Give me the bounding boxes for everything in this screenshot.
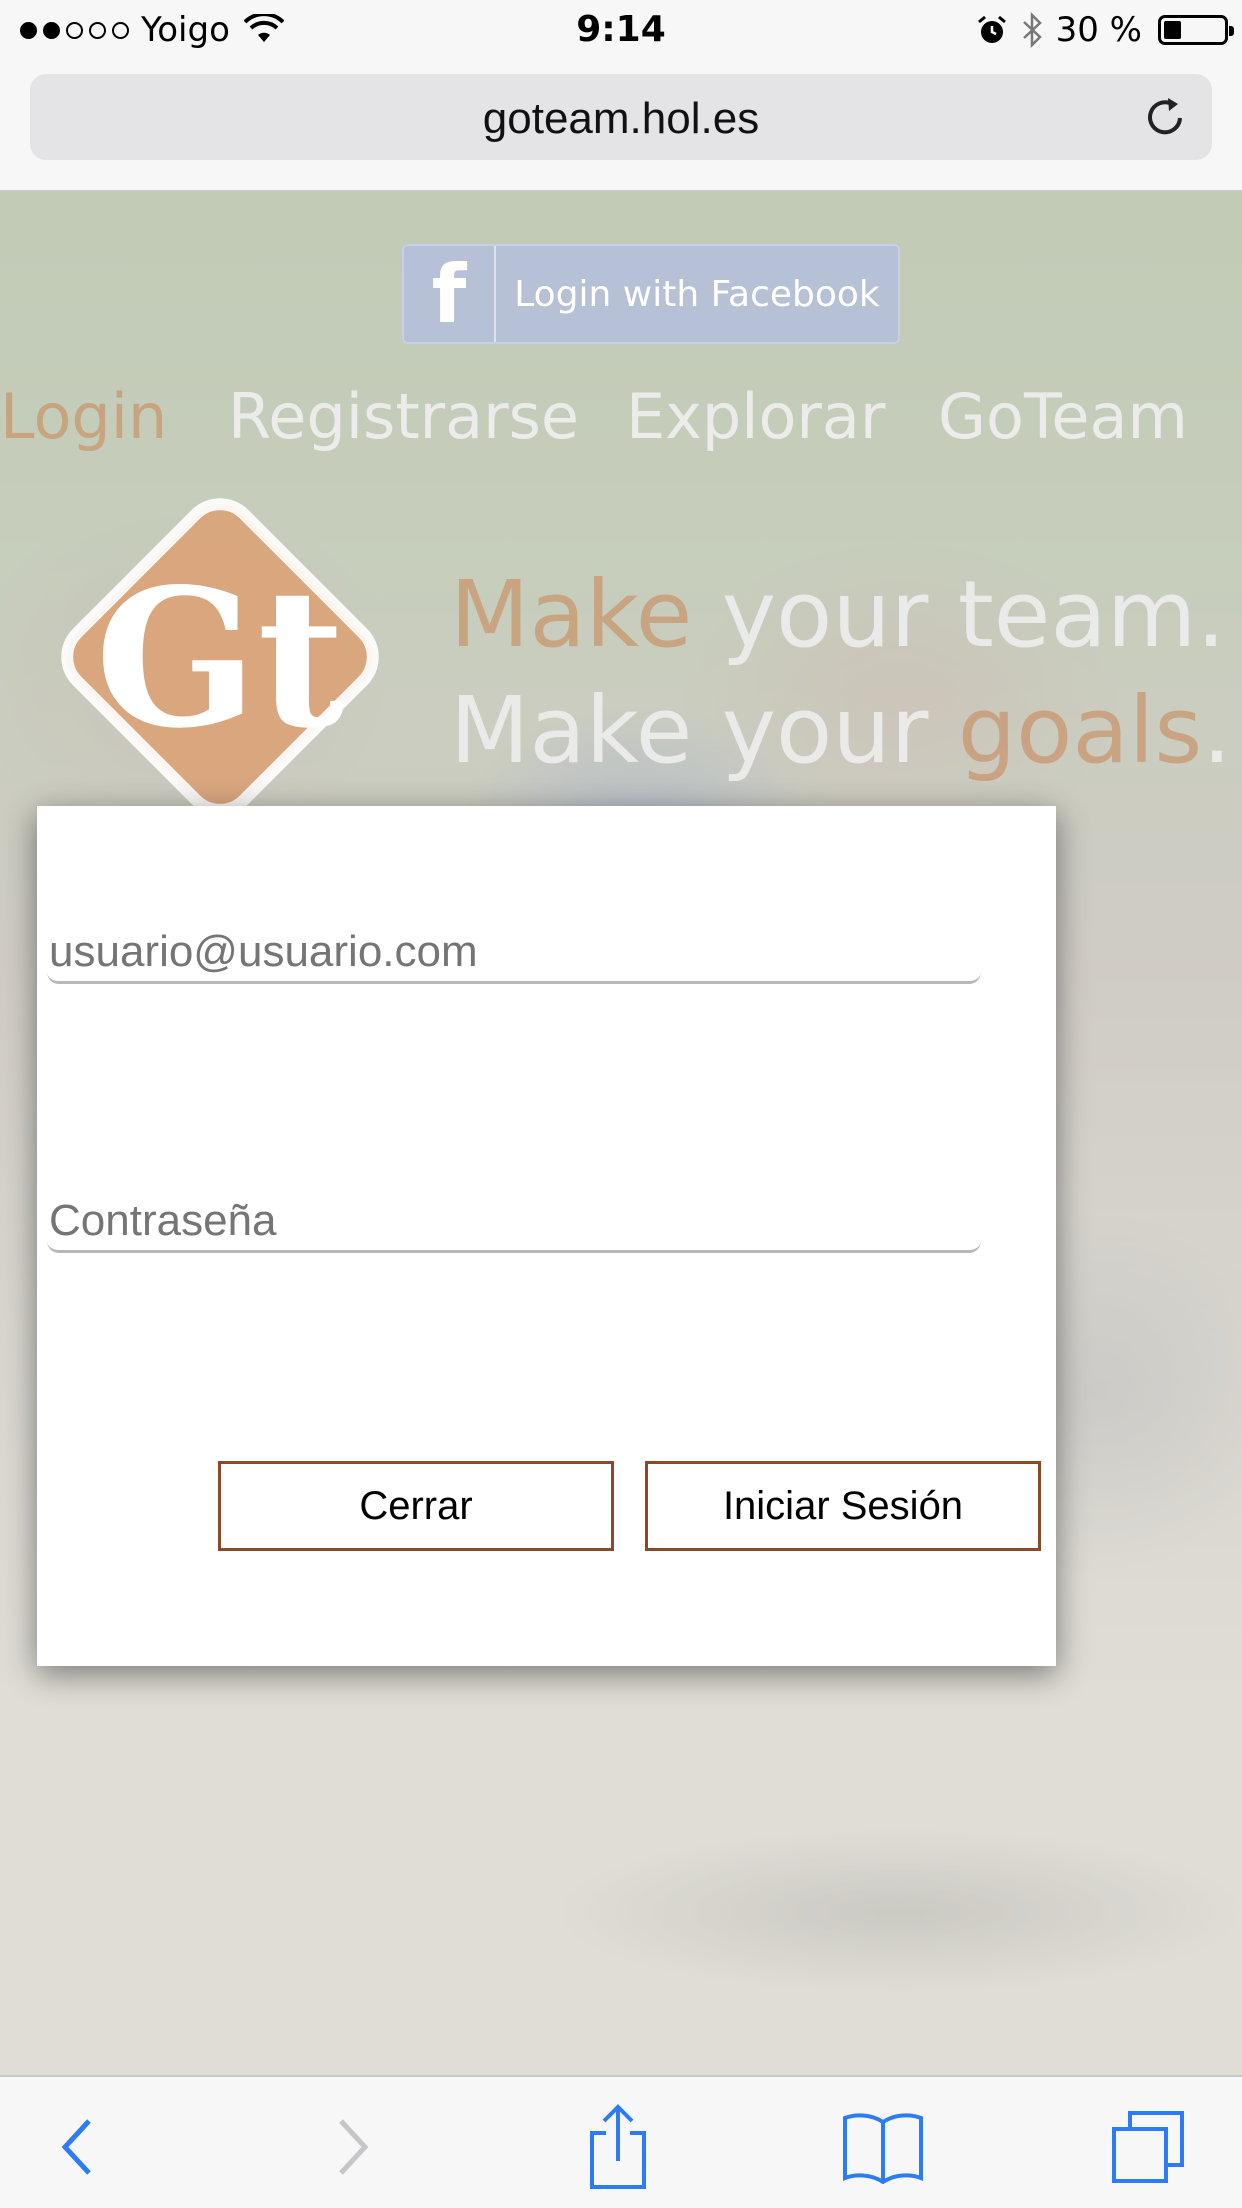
main-nav: Login Registrarse Explorar GoTeam: [0, 377, 1242, 457]
address-bar[interactable]: goteam.hol.es: [30, 74, 1212, 160]
reload-icon[interactable]: [1140, 92, 1190, 142]
battery-percent: 30 %: [1055, 10, 1142, 50]
tagline-accent-goals: goals: [957, 677, 1203, 784]
url-text: goteam.hol.es: [482, 94, 760, 143]
nav-item-login[interactable]: Login: [0, 377, 167, 457]
back-icon: [61, 2119, 91, 2175]
email-field[interactable]: [47, 922, 981, 984]
goteam-logo: Gt: [61, 498, 379, 816]
facebook-login-label: Login with Facebook: [514, 273, 880, 315]
tagline: Make your team. Make your goals.: [450, 557, 1242, 789]
facebook-login-button[interactable]: f Login with Facebook: [402, 244, 900, 344]
alarm-icon: [977, 15, 1006, 43]
login-modal: Cerrar Iniciar Sesión: [37, 806, 1056, 1666]
login-submit-button[interactable]: Iniciar Sesión: [645, 1461, 1041, 1551]
address-bar-area: goteam.hol.es: [0, 62, 1242, 192]
close-button[interactable]: Cerrar: [218, 1461, 614, 1551]
share-icon: [590, 2104, 646, 2189]
browser-toolbar: [0, 2075, 1242, 2208]
nav-item-explorar[interactable]: Explorar: [626, 377, 885, 457]
status-bar: Yoigo 9:14 30 %: [0, 0, 1242, 62]
tabs-icon: [1112, 2111, 1184, 2183]
forward-icon: [339, 2119, 369, 2175]
facebook-icon: f: [404, 246, 496, 342]
bluetooth-icon: [1022, 12, 1042, 48]
tagline-text: your team.: [692, 561, 1226, 668]
back-button[interactable]: [27, 2097, 127, 2197]
tagline-text: Make your: [450, 677, 958, 784]
status-right-group: 30 %: [976, 10, 1234, 50]
tabs-button[interactable]: [1098, 2097, 1198, 2197]
tagline-line-1: Make your team.: [450, 557, 1242, 673]
tagline-line-2: Make your goals.: [450, 673, 1242, 789]
battery-icon: [1158, 15, 1234, 45]
forward-button[interactable]: [303, 2097, 403, 2197]
logo-text: Gt: [95, 547, 345, 770]
tagline-accent-make: Make: [450, 561, 693, 668]
nav-item-goteam[interactable]: GoTeam: [938, 377, 1188, 457]
password-field[interactable]: [47, 1191, 981, 1253]
tagline-text: .: [1202, 677, 1232, 784]
bookmarks-button[interactable]: [833, 2097, 933, 2197]
bookmarks-icon: [843, 2113, 923, 2184]
nav-item-registrarse[interactable]: Registrarse: [228, 377, 579, 457]
share-button[interactable]: [568, 2097, 668, 2197]
